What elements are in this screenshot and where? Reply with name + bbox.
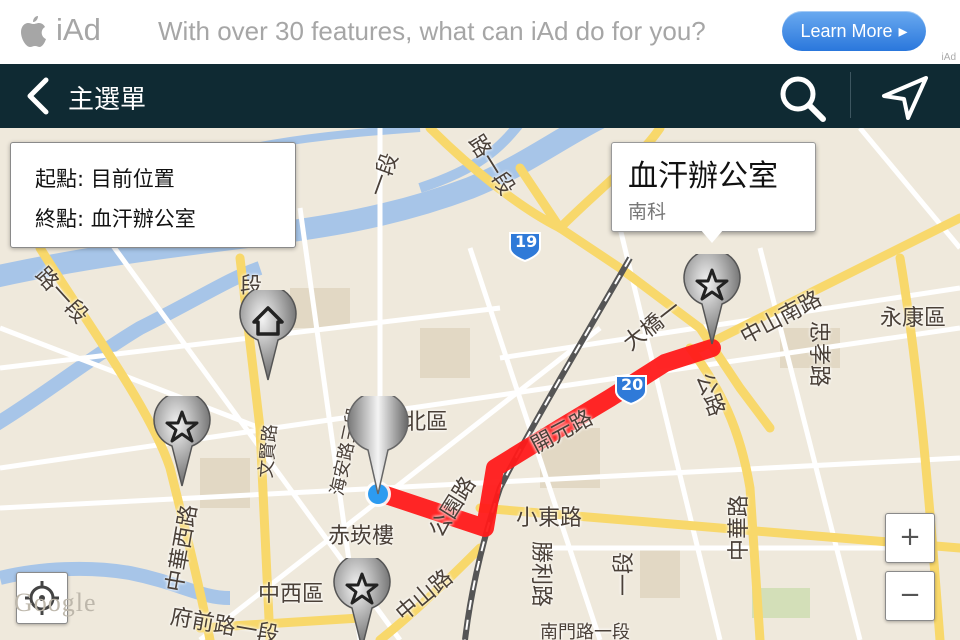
chevron-left-icon[interactable]: [20, 76, 60, 116]
map-view[interactable]: 19 20 北區 永康區 赤崁樓 中西區 中山南路 忠孝路 開元路 小東路 中華…: [0, 128, 960, 640]
chevron-right-icon: ▸: [898, 21, 908, 41]
map-label-north-district: 北區: [404, 410, 449, 435]
zoom-in-button[interactable]: +: [885, 513, 935, 563]
map-label-chikan: 赤崁樓: [328, 524, 395, 549]
navigation-bar: 主選單: [0, 64, 960, 128]
home-pin[interactable]: [236, 290, 300, 382]
map-label-zhonghua-e: 中華路: [727, 494, 753, 562]
map-label-shengli: 勝利路: [528, 540, 554, 608]
iad-brand: iAd: [56, 12, 101, 47]
destination-callout[interactable]: 血汗辦公室 南科: [611, 142, 816, 243]
favorite-pin-south[interactable]: [330, 558, 394, 640]
map-label-yongkang: 永康區: [880, 306, 947, 331]
favorite-pin-west[interactable]: [150, 396, 214, 488]
shield-20-label: 20: [621, 375, 644, 394]
map-label-xiaodong: 小東路: [516, 506, 583, 531]
callout-title: 血汗辦公室: [628, 159, 778, 194]
map-label-zhongxiao: 忠孝路: [806, 320, 832, 388]
navigation-arrow-icon[interactable]: [878, 74, 932, 122]
shield-19-label: 19: [515, 232, 538, 251]
favorite-pin-office[interactable]: [680, 254, 744, 346]
ad-tagline: With over 30 features, what can iAd do f…: [158, 16, 706, 46]
google-attribution: Google: [14, 588, 97, 617]
search-icon[interactable]: [776, 72, 828, 124]
route-end: 終點: 血汗辦公室: [35, 207, 196, 231]
iad-banner[interactable]: iAd With over 30 features, what can iAd …: [0, 0, 960, 65]
route-start: 起點: 目前位置: [35, 167, 175, 191]
zoom-out-button[interactable]: −: [885, 571, 935, 621]
map-label-wenxian: 文賢路: [255, 423, 282, 479]
map-label-nanmen: 南門路一段: [540, 622, 630, 640]
map-label-westcentral: 中西區: [258, 582, 325, 607]
learn-more-label: Learn More: [800, 21, 893, 41]
learn-more-button[interactable]: Learn More ▸: [782, 11, 926, 51]
current-location-pin[interactable]: [346, 396, 410, 496]
iad-tiny-mark: iAd: [941, 52, 956, 63]
map-label-yiduan: 一段: [612, 551, 638, 597]
callout-subtitle: 南科: [628, 201, 667, 223]
callout-tail: [700, 229, 724, 243]
apple-logo-icon: [21, 16, 46, 47]
back-to-main-menu[interactable]: 主選單: [68, 79, 146, 116]
route-summary-panel[interactable]: 起點: 目前位置 終點: 血汗辦公室: [10, 142, 296, 248]
nav-divider: [850, 72, 851, 118]
